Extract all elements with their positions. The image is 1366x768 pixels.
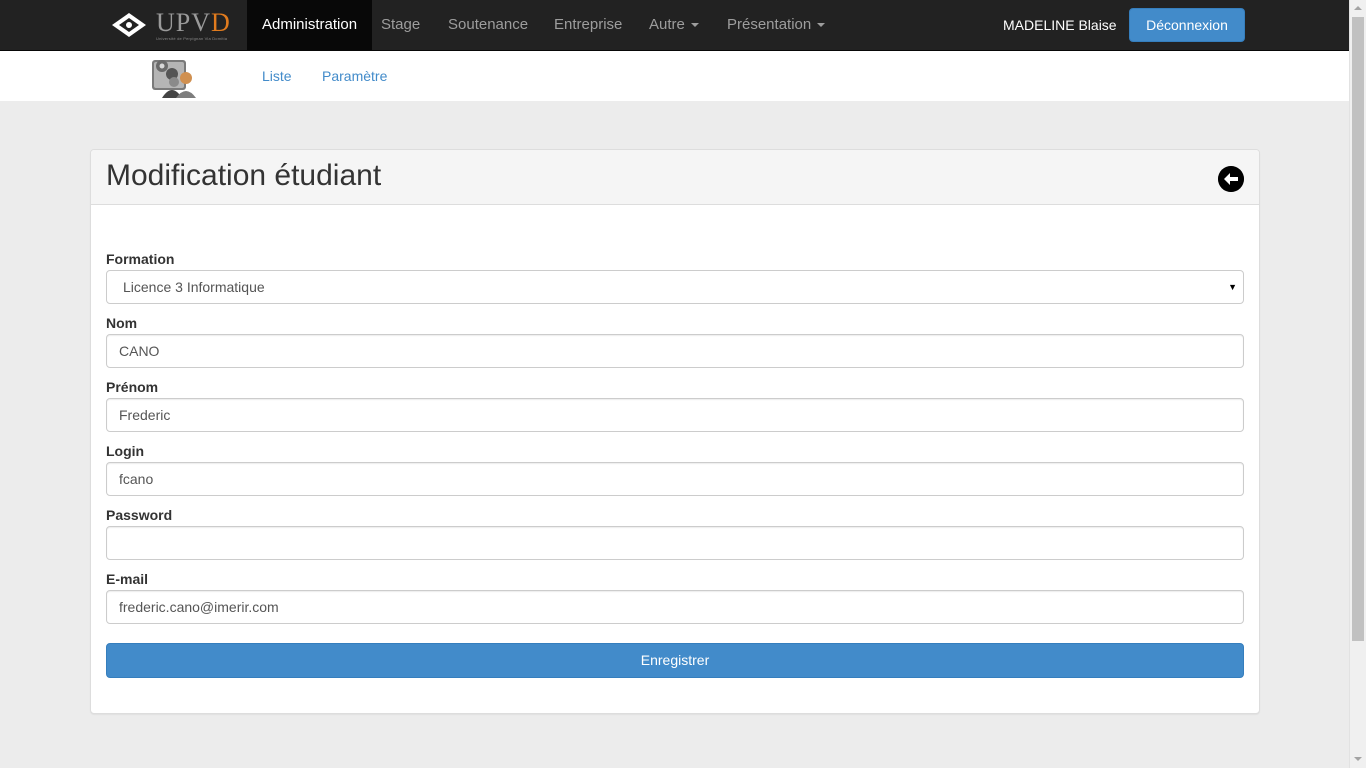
email-label: E-mail (106, 571, 149, 587)
logout-button[interactable]: Déconnexion (1129, 8, 1245, 42)
vertical-scrollbar[interactable] (1349, 0, 1366, 768)
brand-text: UPVD (156, 7, 231, 37)
password-label: Password (106, 507, 173, 523)
nav-entreprise[interactable]: Entreprise (554, 0, 622, 50)
scrollbar-thumb[interactable] (1352, 17, 1364, 641)
upvd-logo[interactable]: UPVD Université de Perpignan Via Domitia (110, 8, 240, 42)
email-field[interactable] (106, 590, 1244, 624)
page-title: Modification étudiant (106, 159, 382, 192)
nom-label: Nom (106, 315, 138, 331)
brand-subtitle: Université de Perpignan Via Domitia (156, 35, 228, 41)
login-label: Login (106, 443, 145, 459)
nom-field[interactable] (106, 334, 1244, 368)
arrow-left-circle-icon[interactable] (1218, 166, 1244, 192)
formation-label: Formation (106, 251, 175, 267)
save-button[interactable]: Enregistrer (106, 643, 1244, 678)
current-user-name: MADELINE Blaise (1003, 17, 1117, 33)
nav-presentation-dropdown[interactable]: Présentation (727, 0, 826, 50)
sub-navbar: Liste Paramètre (0, 51, 1349, 101)
formation-select[interactable]: Licence 3 Informatique ▼ (106, 270, 1244, 304)
caret-down-icon (690, 23, 699, 28)
scroll-up-icon[interactable] (1354, 6, 1362, 10)
admin-users-icon (152, 60, 196, 98)
top-navbar: UPVD Université de Perpignan Via Domitia… (0, 0, 1349, 51)
prenom-field[interactable] (106, 398, 1244, 432)
nav-administration[interactable]: Administration (247, 0, 373, 50)
nav-autre-dropdown[interactable]: Autre (649, 0, 699, 50)
login-field[interactable] (106, 462, 1244, 496)
subnav-parametre-link[interactable]: Paramètre (322, 51, 387, 101)
nav-stage[interactable]: Stage (381, 0, 420, 50)
subnav-liste-link[interactable]: Liste (262, 51, 292, 101)
password-field[interactable] (106, 526, 1244, 560)
nav-soutenance[interactable]: Soutenance (448, 0, 528, 50)
formation-selected-value: Licence 3 Informatique (123, 279, 265, 295)
panel-heading: Modification étudiant (91, 150, 1259, 205)
upvd-emblem-icon (112, 13, 146, 37)
edit-student-panel: Modification étudiant Formation Licence … (90, 149, 1260, 714)
scroll-down-icon[interactable] (1354, 757, 1362, 761)
caret-down-icon (817, 23, 826, 28)
chevron-down-icon: ▼ (1228, 282, 1237, 292)
prenom-label: Prénom (106, 379, 159, 395)
